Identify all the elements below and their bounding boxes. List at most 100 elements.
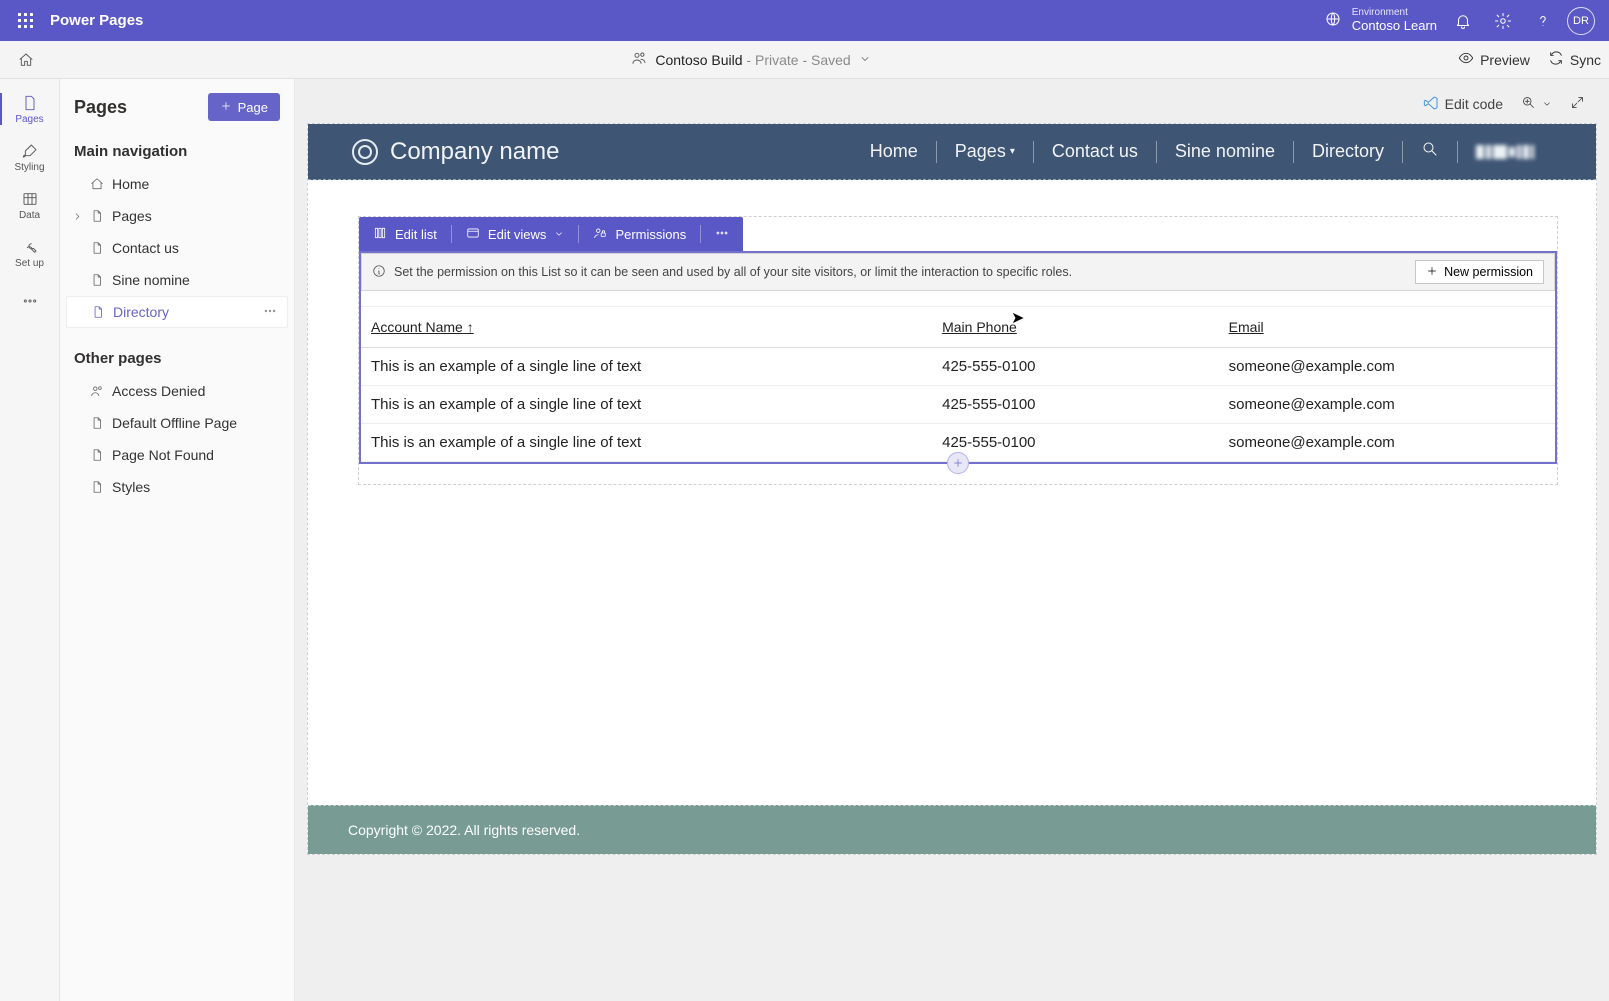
- site-account-widget[interactable]: [1458, 145, 1552, 159]
- nav-item-label: Styles: [112, 479, 150, 495]
- preview-button[interactable]: Preview: [1458, 50, 1530, 69]
- nav-item-styles[interactable]: Styles: [66, 471, 288, 503]
- page-icon: [21, 94, 39, 112]
- vscode-icon: [1423, 95, 1439, 114]
- site-footer: Copyright © 2022. All rights reserved.: [308, 805, 1596, 854]
- grid-icon: [21, 190, 39, 208]
- design-canvas[interactable]: Company name HomePages▾Contact us Sine no…: [307, 123, 1597, 855]
- wrench-icon: [21, 238, 39, 256]
- columns-icon: [373, 226, 387, 243]
- environment-picker[interactable]: Environment Contoso Learn: [1324, 7, 1437, 33]
- more-icon[interactable]: [263, 304, 277, 321]
- cell-main-phone: 425-555-0100: [934, 348, 1221, 386]
- nav-item-label: Page Not Found: [112, 447, 214, 463]
- caret-down-icon: ▾: [1010, 146, 1015, 157]
- suite-title: Power Pages: [50, 12, 143, 29]
- canvas-tools: Edit code: [307, 89, 1597, 119]
- site-company-name[interactable]: Company name: [390, 138, 559, 166]
- fullscreen-button[interactable]: [1570, 95, 1585, 113]
- environment-icon: [1324, 10, 1342, 31]
- column-header-label: Email: [1229, 319, 1264, 335]
- site-nav-link-home[interactable]: Home: [852, 141, 936, 162]
- site-nav-link-directory[interactable]: Directory: [1294, 141, 1402, 162]
- site-nav-link-label: Sine nomine: [1175, 141, 1275, 162]
- site-status: - Private - Saved: [743, 52, 851, 68]
- nav-item-label: Contact us: [112, 240, 179, 256]
- edit-views-button[interactable]: Edit views: [452, 217, 579, 251]
- cell-email: someone@example.com: [1221, 424, 1555, 462]
- nav-item-sine-nomine[interactable]: Sine nomine: [66, 264, 288, 296]
- plus-icon: [1426, 265, 1438, 280]
- column-header[interactable]: Email: [1221, 307, 1555, 348]
- permission-info-text: Set the permission on this List so it ca…: [394, 265, 1072, 279]
- sync-button[interactable]: Sync: [1548, 50, 1601, 69]
- zoom-button[interactable]: [1521, 95, 1552, 113]
- table-row[interactable]: This is an example of a single line of t…: [361, 386, 1555, 424]
- help-button[interactable]: [1523, 1, 1563, 41]
- edit-list-button[interactable]: Edit list: [359, 217, 451, 251]
- pages-panel-title: Pages: [74, 97, 127, 118]
- cell-email: someone@example.com: [1221, 348, 1555, 386]
- view-icon: [466, 226, 480, 243]
- rail-styling[interactable]: Styling: [0, 133, 60, 181]
- more-icon: [21, 292, 39, 310]
- rail-data[interactable]: Data: [0, 181, 60, 229]
- add-page-button[interactable]: Page: [208, 93, 280, 121]
- nav-item-page-not-found[interactable]: Page Not Found: [66, 439, 288, 471]
- column-header[interactable]: Account Name ↑: [361, 307, 934, 348]
- environment-label: Environment: [1352, 7, 1437, 19]
- site-nav-link-pages[interactable]: Pages▾: [937, 141, 1033, 162]
- nav-item-directory[interactable]: Directory: [66, 296, 288, 328]
- table-row[interactable]: This is an example of a single line of t…: [361, 348, 1555, 386]
- edit-views-label: Edit views: [488, 227, 547, 242]
- add-page-label: Page: [238, 100, 268, 115]
- edit-code-label: Edit code: [1445, 96, 1503, 112]
- people-icon: [90, 384, 104, 398]
- rail-setup[interactable]: Set up: [0, 229, 60, 277]
- cell-main-phone: 425-555-0100: [934, 386, 1221, 424]
- permission-info-bar: Set the permission on this List so it ca…: [361, 253, 1555, 291]
- sync-icon: [1548, 50, 1564, 69]
- list-toolbar-more[interactable]: [701, 217, 743, 251]
- column-header-label: Main Phone: [942, 319, 1017, 335]
- doc-icon: [90, 448, 104, 462]
- add-row-button[interactable]: [947, 452, 969, 474]
- site-nav-link-sine-nomine[interactable]: Sine nomine: [1157, 141, 1293, 162]
- design-canvas-wrap: Edit code Company name HomePages▾Contact…: [295, 79, 1609, 1001]
- app-launcher-button[interactable]: [6, 1, 46, 41]
- site-logo[interactable]: [352, 139, 378, 165]
- left-rail: Pages Styling Data Set up: [0, 79, 60, 1001]
- search-icon: [1421, 140, 1439, 163]
- nav-item-home[interactable]: Home: [66, 168, 288, 200]
- suite-bar: Power Pages Environment Contoso Learn DR: [0, 0, 1609, 41]
- notifications-button[interactable]: [1443, 1, 1483, 41]
- permission-icon: [593, 226, 607, 243]
- list-region: Edit list Edit views Permissions: [358, 216, 1558, 485]
- site-context[interactable]: Contoso Build - Private - Saved: [44, 50, 1458, 69]
- list-component[interactable]: Set the permission on this List so it ca…: [359, 251, 1557, 464]
- site-name: Contoso Build: [655, 52, 742, 68]
- expand-icon: [1570, 95, 1585, 113]
- rail-more[interactable]: [0, 277, 60, 325]
- site-nav-link-contact-us[interactable]: Contact us: [1034, 141, 1156, 162]
- nav-item-contact-us[interactable]: Contact us: [66, 232, 288, 264]
- settings-button[interactable]: [1483, 1, 1523, 41]
- nav-item-access-denied[interactable]: Access Denied: [66, 375, 288, 407]
- permissions-button[interactable]: Permissions: [579, 217, 700, 251]
- user-avatar[interactable]: DR: [1567, 7, 1595, 35]
- waffle-icon: [18, 13, 34, 29]
- site-search-button[interactable]: [1403, 140, 1457, 163]
- pages-panel: Pages Page Main navigation HomePagesCont…: [60, 79, 295, 1001]
- nav-item-label: Pages: [112, 208, 152, 224]
- column-header[interactable]: Main Phone: [934, 307, 1221, 348]
- nav-item-default-offline-page[interactable]: Default Offline Page: [66, 407, 288, 439]
- people-icon: [631, 50, 647, 69]
- home-button[interactable]: [8, 42, 44, 78]
- chevron-down-icon: [859, 52, 871, 68]
- site-nav-link-label: Directory: [1312, 141, 1384, 162]
- rail-pages[interactable]: Pages: [0, 85, 60, 133]
- nav-item-pages[interactable]: Pages: [66, 200, 288, 232]
- edit-code-button[interactable]: Edit code: [1423, 95, 1503, 114]
- chevron-down-icon: [554, 227, 564, 242]
- new-permission-button[interactable]: New permission: [1415, 260, 1544, 284]
